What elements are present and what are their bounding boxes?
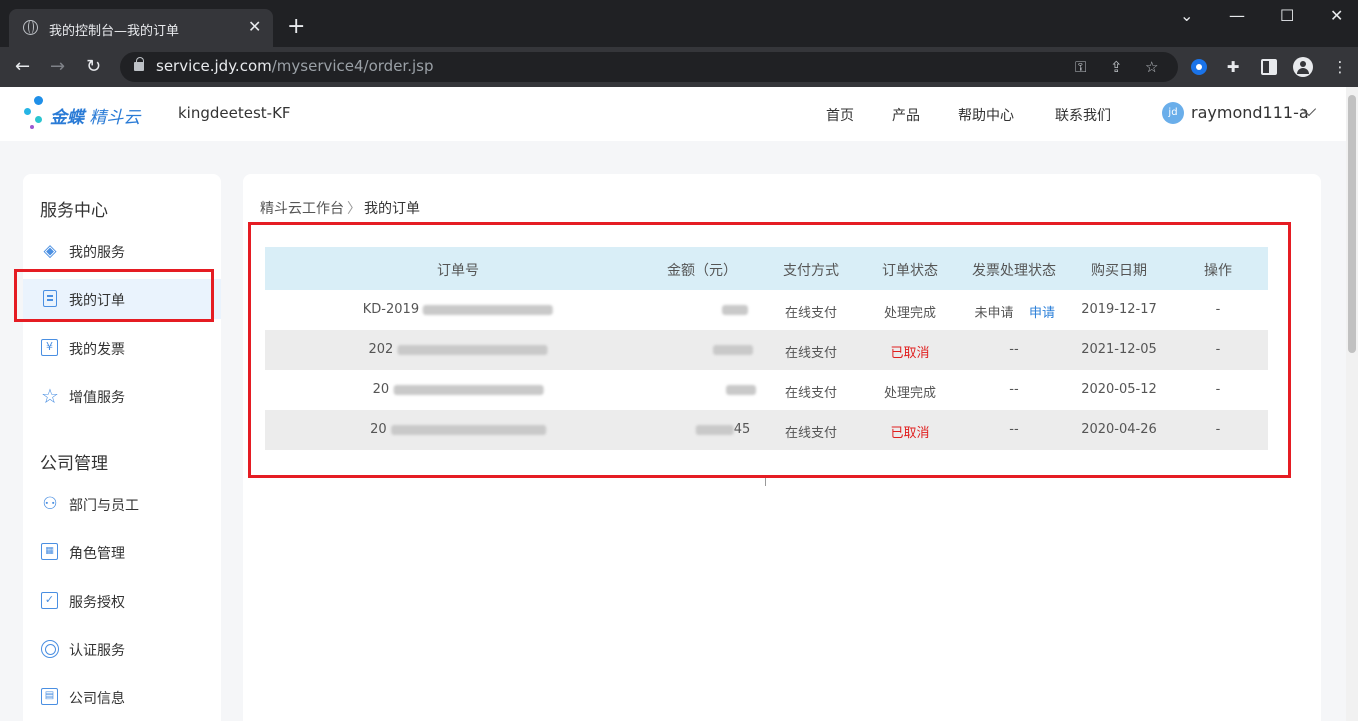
- breadcrumb: 精斗云工作台〉我的订单: [260, 198, 420, 218]
- layers-icon: ◈: [43, 241, 57, 261]
- forward-icon[interactable]: →: [50, 56, 65, 78]
- browser-toolbar: ← → ↻ service.jdy.com/myservice4/order.j…: [0, 47, 1358, 87]
- checkbox-icon: ✓: [41, 592, 58, 609]
- puzzle-icon[interactable]: ✚: [1223, 57, 1243, 77]
- highlight-box-table: [248, 222, 1291, 478]
- logo-text[interactable]: 金蝶 精斗云: [50, 103, 140, 128]
- lock-icon[interactable]: [134, 57, 144, 71]
- sidebar-item-label: 认证服务: [69, 643, 125, 659]
- role-card-icon: ▦: [41, 543, 58, 560]
- nav-home[interactable]: 首页: [826, 105, 854, 125]
- sidebar-item-label: 增值服务: [69, 390, 125, 406]
- globe-icon: [23, 20, 38, 35]
- sidebar-item-label: 公司信息: [69, 691, 125, 707]
- sidebar-item-label: 我的服务: [69, 245, 125, 261]
- user-menu[interactable]: raymond111-a: [1191, 103, 1309, 122]
- nav-help-center[interactable]: 帮助中心: [958, 105, 1014, 125]
- browser-tab[interactable]: 我的控制台—我的订单 ✕: [9, 9, 273, 47]
- key-icon[interactable]: ⚿: [1075, 58, 1086, 76]
- sidebar-item-value-added[interactable]: ☆ 增值服务: [23, 376, 221, 416]
- profile-icon[interactable]: [1293, 57, 1313, 77]
- close-window-icon[interactable]: ✕: [1330, 6, 1343, 26]
- sidebar-item-label: 角色管理: [69, 546, 125, 562]
- new-tab-icon[interactable]: +: [287, 16, 305, 38]
- tenant-name: kingdeetest-KF: [178, 104, 291, 122]
- tab-search-chevron-icon[interactable]: ⌄: [1180, 6, 1193, 26]
- share-icon[interactable]: ⇪: [1110, 58, 1123, 76]
- tab-close-icon[interactable]: ✕: [248, 18, 261, 36]
- sidebar-item-company-info[interactable]: ▤ 公司信息: [23, 677, 221, 717]
- logo-mark-icon: [22, 96, 44, 130]
- sidebar-item-service-auth[interactable]: ✓ 服务授权: [23, 581, 221, 621]
- minimize-icon[interactable]: —: [1229, 6, 1245, 26]
- bookmark-star-icon[interactable]: ☆: [1145, 58, 1158, 76]
- sidebar-section-service: 服务中心: [40, 201, 108, 221]
- reload-icon[interactable]: ↻: [86, 56, 101, 78]
- nav-products[interactable]: 产品: [892, 105, 920, 125]
- sidebar-section-company: 公司管理: [40, 454, 108, 474]
- breadcrumb-current: 我的订单: [364, 201, 420, 217]
- invoice-yen-icon: ¥: [41, 339, 58, 356]
- scrollbar-thumb[interactable]: [1348, 95, 1356, 353]
- sidebar-item-my-invoices[interactable]: ¥ 我的发票: [23, 328, 221, 368]
- sidebar-item-departments[interactable]: ⚇ 部门与员工: [23, 484, 221, 524]
- sidebar-item-roles[interactable]: ▦ 角色管理: [23, 532, 221, 572]
- breadcrumb-separator: 〉: [347, 201, 361, 217]
- maximize-icon[interactable]: ☐: [1280, 6, 1294, 26]
- page-scrollbar[interactable]: [1346, 87, 1358, 721]
- highlight-box-sidebar: [14, 269, 214, 322]
- breadcrumb-parent[interactable]: 精斗云工作台: [260, 201, 344, 217]
- divider: [765, 477, 766, 486]
- sidebar-item-my-services[interactable]: ◈ 我的服务: [23, 231, 221, 271]
- sidebar-item-certification[interactable]: 认证服务: [23, 629, 221, 669]
- url-text[interactable]: service.jdy.com/myservice4/order.jsp: [156, 57, 434, 75]
- building-icon: ▤: [41, 688, 58, 705]
- browser-tab-bar: 我的控制台—我的订单 ✕ + ⌄ — ☐ ✕: [0, 0, 1358, 47]
- sidebar-item-label: 我的发票: [69, 342, 125, 358]
- side-panel-icon[interactable]: [1261, 59, 1277, 75]
- sidebar-item-label: 部门与员工: [69, 498, 139, 514]
- tab-title: 我的控制台—我的订单: [49, 24, 180, 39]
- site-header: 金蝶 精斗云 kingdeetest-KF 首页 产品 帮助中心 联系我们 jd…: [0, 87, 1346, 141]
- sidebar: 服务中心 ◈ 我的服务 我的订单 ¥ 我的发票 ☆ 增值服务 公司管理 ⚇ 部门…: [23, 174, 221, 721]
- menu-kebab-icon[interactable]: ⋮: [1330, 57, 1350, 77]
- extension-icon[interactable]: [1191, 59, 1207, 75]
- star-icon: ☆: [41, 384, 59, 408]
- avatar[interactable]: jd: [1162, 102, 1184, 124]
- sidebar-item-label: 服务授权: [69, 595, 125, 611]
- target-icon: [41, 640, 59, 658]
- users-icon: ⚇: [42, 494, 58, 514]
- back-icon[interactable]: ←: [15, 56, 30, 78]
- address-bar[interactable]: service.jdy.com/myservice4/order.jsp ⚿ ⇪…: [120, 52, 1178, 82]
- nav-contact-us[interactable]: 联系我们: [1055, 105, 1111, 125]
